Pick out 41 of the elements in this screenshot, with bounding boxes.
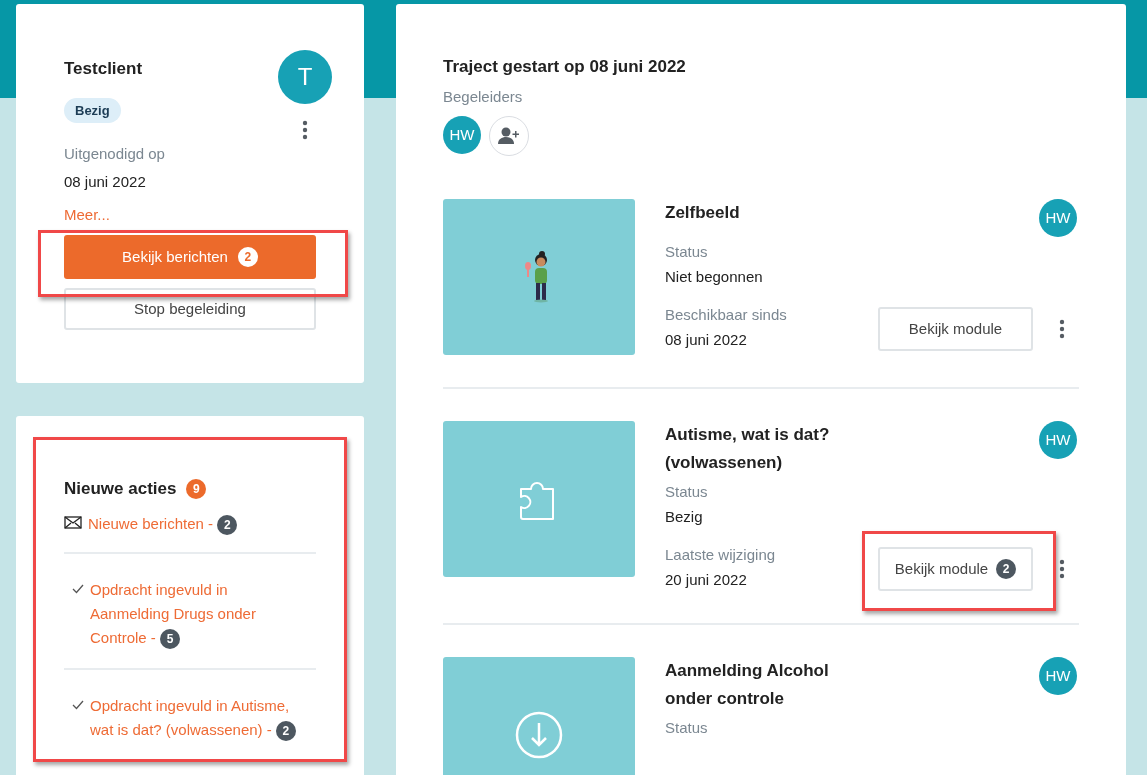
more-options-icon[interactable] [302, 120, 308, 140]
guide-avatar: HW [443, 116, 481, 154]
status-badge: Bezig [64, 97, 121, 123]
status-label: Status [665, 482, 709, 502]
module-avatar: HW [1039, 199, 1077, 237]
arrow-down-circle-icon [515, 711, 563, 759]
guides-label: Begeleiders [443, 86, 524, 107]
action-link[interactable]: Nieuwe berichten - 2 [88, 511, 258, 536]
new-actions-title: Nieuwe acties [64, 478, 177, 500]
date-value: 20 juni 2022 [665, 569, 748, 590]
date-label: Laatste wijziging [665, 545, 776, 565]
module-title: Zelfbeeld [665, 202, 741, 224]
date-label: Beschikbaar sinds [665, 305, 787, 325]
view-module-button[interactable]: Bekijk module [878, 307, 1033, 351]
checkmark-icon [72, 699, 84, 710]
invited-label: Uitgenodigd op [64, 144, 165, 164]
date-value: 08 juni 2022 [665, 329, 748, 350]
checkmark-icon [72, 583, 84, 594]
module-avatar: HW [1039, 421, 1077, 459]
status-value: Bezig [665, 506, 704, 527]
stop-guidance-button[interactable]: Stop begeleiding [64, 288, 316, 330]
invited-date: 08 juni 2022 [64, 171, 146, 192]
status-label: Status [665, 242, 709, 262]
status-label: Status [665, 718, 709, 738]
message-count: 2 [237, 247, 258, 267]
module-title: Aanmelding Alcohol onder controle [665, 660, 830, 710]
status-value: Niet begonnen [665, 266, 764, 287]
traject-title: Traject gestart op 08 juni 2022 [443, 56, 687, 78]
action-link[interactable]: Opdracht ingevuld in Autisme, wat is dat? (volwassenen) - 2 [90, 693, 316, 742]
view-module-button[interactable]: Bekijk module 2 [878, 547, 1033, 591]
action-link[interactable]: Opdracht ingevuld in Aanmelding Drugs onder Controle - 5 [90, 577, 316, 650]
module-avatar: HW [1039, 657, 1077, 695]
client-avatar: T [278, 50, 332, 104]
add-person-icon [498, 127, 520, 145]
client-name: Testclient [64, 58, 143, 80]
envelope-icon [64, 515, 82, 529]
module-count: 2 [996, 559, 1017, 579]
more-options-icon[interactable] [1059, 559, 1065, 579]
actions-count: 9 [186, 478, 207, 499]
more-options-icon[interactable] [1059, 319, 1065, 339]
module-title: Autisme, wat is dat? (volwassenen) [665, 424, 831, 474]
